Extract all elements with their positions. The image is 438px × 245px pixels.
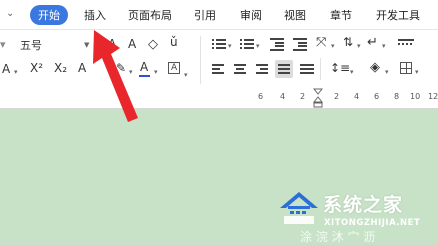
ruler-number: 2: [300, 92, 306, 101]
ruler-number: 4: [280, 92, 286, 101]
chevron-down-icon[interactable]: ▾: [331, 42, 335, 50]
chevron-down-icon[interactable]: ▾: [14, 68, 18, 76]
chevron-down-icon[interactable]: ▾: [350, 68, 354, 76]
chevron-down-icon[interactable]: ▾: [154, 68, 158, 76]
phonetic-guide-icon[interactable]: ǔ: [170, 36, 178, 48]
align-justify-button[interactable]: [275, 60, 293, 78]
increase-indent-icon[interactable]: [293, 38, 307, 51]
ruler-number: 6: [374, 92, 380, 101]
watermark-site-name: 系统之家: [323, 194, 404, 216]
align-left-icon[interactable]: [212, 64, 224, 74]
chevron-down-icon[interactable]: ▾: [228, 42, 232, 50]
font-size-dropdown[interactable]: 五号 ▼: [20, 40, 92, 54]
superscript-icon[interactable]: X²: [30, 62, 43, 74]
decrease-indent-icon[interactable]: [270, 38, 284, 51]
watermark-domain: XITONGZHIJIA.NET: [324, 218, 421, 228]
chevron-down-icon[interactable]: ▾: [382, 42, 386, 50]
tab-review[interactable]: 审阅: [240, 7, 262, 23]
watermark-partial-text: 涂 浣 沐 宀 沥: [300, 230, 376, 244]
subscript-icon[interactable]: X₂: [54, 62, 67, 74]
shading-icon[interactable]: ◈: [370, 61, 380, 74]
divider: [320, 58, 321, 80]
ruler-number: 10: [410, 92, 421, 101]
numbered-list-icon[interactable]: [240, 38, 254, 50]
line-spacing-icon[interactable]: ↕≡: [330, 62, 350, 74]
ribbon: ▾ 五号 ▼ A A ◇ ǔ ▾ ▾ ▾ ⤧ ▾ ⇅ ▾ ↵ ▾: [0, 30, 438, 88]
sort-icon[interactable]: ⇅: [343, 36, 353, 48]
divider: [200, 36, 201, 84]
tab-view[interactable]: 视图: [284, 7, 306, 23]
chevron-down-icon[interactable]: ▾: [256, 42, 260, 50]
paragraph-mark-icon[interactable]: ↵: [367, 36, 378, 49]
menu-bar: ⌄ 开始 插入 页面布局 引用 审阅 视图 章节 开发工具: [0, 0, 438, 30]
ruler-number: 8: [394, 92, 400, 101]
chevron-down-icon[interactable]: ⌄: [6, 8, 14, 19]
tab-page-layout[interactable]: 页面布局: [128, 7, 172, 23]
tab-ruler-icon[interactable]: [398, 39, 414, 49]
tab-insert[interactable]: 插入: [84, 7, 106, 23]
chevron-down-icon[interactable]: ▾: [385, 68, 389, 76]
ruler-number: 2: [334, 92, 340, 101]
borders-icon[interactable]: [400, 62, 412, 74]
tab-references[interactable]: 引用: [194, 7, 216, 23]
site-logo-icon: [280, 192, 318, 224]
bullet-list-icon[interactable]: [212, 38, 226, 50]
text-direction-icon[interactable]: ⤧: [316, 36, 326, 49]
character-border-icon[interactable]: A: [168, 62, 180, 74]
tab-chapter[interactable]: 章节: [330, 7, 352, 23]
align-center-icon[interactable]: [234, 64, 246, 74]
tab-developer-tools[interactable]: 开发工具: [376, 7, 420, 23]
ruler-number: 12: [428, 92, 438, 101]
red-arrow-annotation: [93, 30, 138, 122]
horizontal-ruler[interactable]: 6 4 2 2 4 6 8 10 12: [0, 88, 438, 109]
align-right-icon[interactable]: [256, 64, 268, 74]
chevron-down-icon[interactable]: ▾: [415, 68, 419, 76]
chevron-down-icon: ▼: [84, 41, 90, 49]
text-effect-icon[interactable]: A: [2, 63, 10, 75]
ruler-number: 4: [354, 92, 360, 101]
chevron-down-icon[interactable]: ▾: [357, 42, 361, 50]
tab-home[interactable]: 开始: [30, 5, 68, 25]
text-outline-icon[interactable]: A: [78, 62, 86, 74]
font-size-value: 五号: [20, 39, 42, 52]
font-name-dropdown-arrow[interactable]: ▾: [0, 39, 6, 50]
indent-marker-icon[interactable]: [313, 88, 323, 108]
ruler-number: 6: [258, 92, 264, 101]
chevron-down-icon[interactable]: ▾: [184, 71, 188, 79]
distributed-align-icon[interactable]: [300, 64, 314, 74]
